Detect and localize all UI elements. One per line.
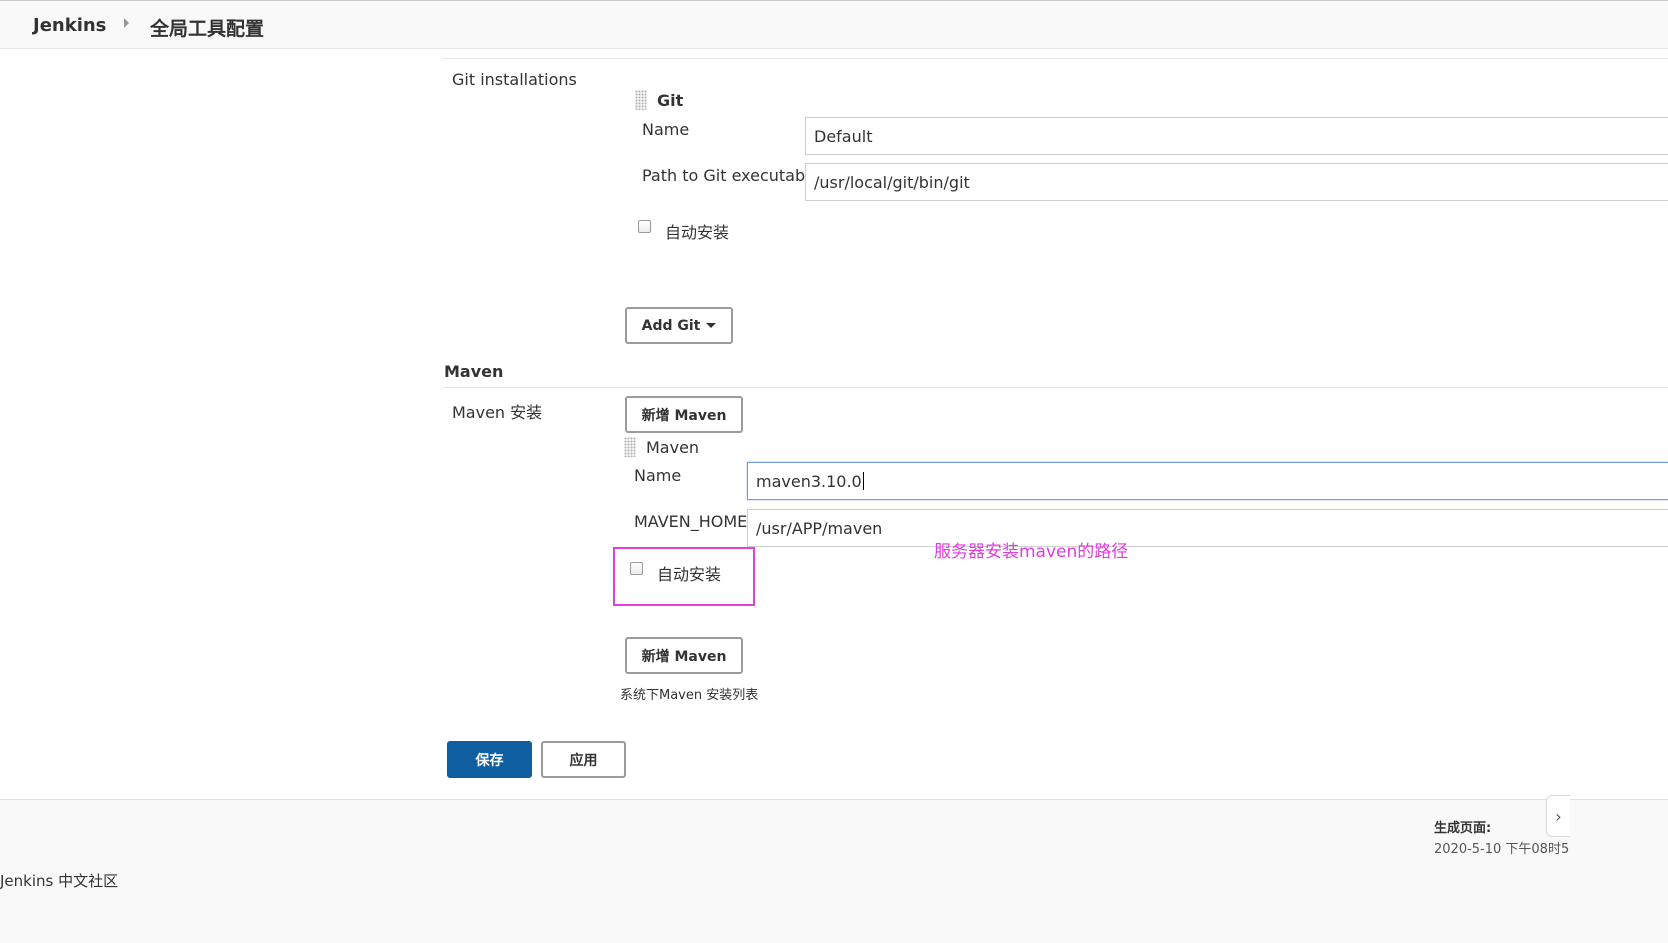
- git-path-value: /usr/local/git/bin/git: [814, 172, 970, 192]
- maven-name-value: maven3.10.0: [756, 471, 862, 491]
- git-name-input[interactable]: Default: [805, 117, 1668, 155]
- git-path-input[interactable]: /usr/local/git/bin/git: [805, 163, 1668, 201]
- drag-handle-icon[interactable]: [624, 437, 636, 457]
- maven-home-label: MAVEN_HOME: [634, 512, 748, 531]
- git-path-label: Path to Git executable: [642, 166, 820, 185]
- git-auto-install-checkbox[interactable]: [638, 220, 651, 233]
- page-footer: 生成页面: 2020-5-10 下午08时5 Jenkins 中文社区: [0, 799, 1668, 943]
- generated-label: 生成页面:: [1434, 821, 1492, 836]
- breadcrumb-bar: Jenkins 全局工具配置: [0, 0, 1668, 49]
- maven-divider: [443, 387, 1668, 388]
- add-maven-button-top-label: 新增 Maven: [641, 407, 727, 424]
- git-installations-label: Git installations: [452, 70, 577, 89]
- save-button-label: 保存: [475, 752, 504, 769]
- chevron-down-icon: [706, 323, 717, 328]
- chevron-right-icon[interactable]: ›: [1546, 795, 1570, 837]
- maven-auto-install-label: 自动安装: [657, 565, 722, 584]
- breadcrumb-root-link[interactable]: Jenkins: [33, 15, 106, 36]
- maven-section-title: Maven: [444, 362, 504, 381]
- breadcrumb-separator-icon: [124, 18, 129, 28]
- add-maven-button-bottom[interactable]: 新增 Maven: [625, 637, 743, 674]
- drag-handle-icon[interactable]: [635, 90, 647, 110]
- maven-auto-install-checkbox[interactable]: [630, 562, 643, 575]
- maven-home-input[interactable]: /usr/APP/maven: [747, 509, 1668, 547]
- save-button[interactable]: 保存: [447, 741, 532, 778]
- maven-list-description: 系统下Maven 安装列表: [620, 688, 759, 703]
- add-git-button-label: Add Git: [641, 317, 701, 334]
- maven-name-input[interactable]: maven3.10.0: [747, 462, 1668, 500]
- git-installation-title: Git: [657, 91, 684, 110]
- add-maven-button-top[interactable]: 新增 Maven: [625, 396, 743, 433]
- annotation-text: 服务器安装maven的路径: [934, 542, 1129, 562]
- maven-installation-title: Maven: [646, 438, 700, 457]
- apply-button-label: 应用: [569, 752, 598, 769]
- text-caret: [862, 472, 864, 490]
- git-auto-install-label: 自动安装: [665, 223, 730, 242]
- git-name-value: Default: [814, 126, 873, 146]
- maven-home-value: /usr/APP/maven: [756, 518, 883, 538]
- add-maven-button-bottom-label: 新增 Maven: [641, 648, 727, 665]
- add-git-button[interactable]: Add Git: [625, 307, 733, 344]
- git-name-label: Name: [642, 120, 690, 139]
- git-divider: [443, 58, 1668, 59]
- community-link[interactable]: Jenkins 中文社区: [0, 870, 118, 891]
- maven-install-label: Maven 安装: [452, 403, 543, 422]
- apply-button[interactable]: 应用: [541, 741, 626, 778]
- generated-timestamp: 2020-5-10 下午08时5: [1434, 842, 1570, 857]
- maven-name-label: Name: [634, 466, 682, 485]
- page-title: 全局工具配置: [150, 18, 265, 40]
